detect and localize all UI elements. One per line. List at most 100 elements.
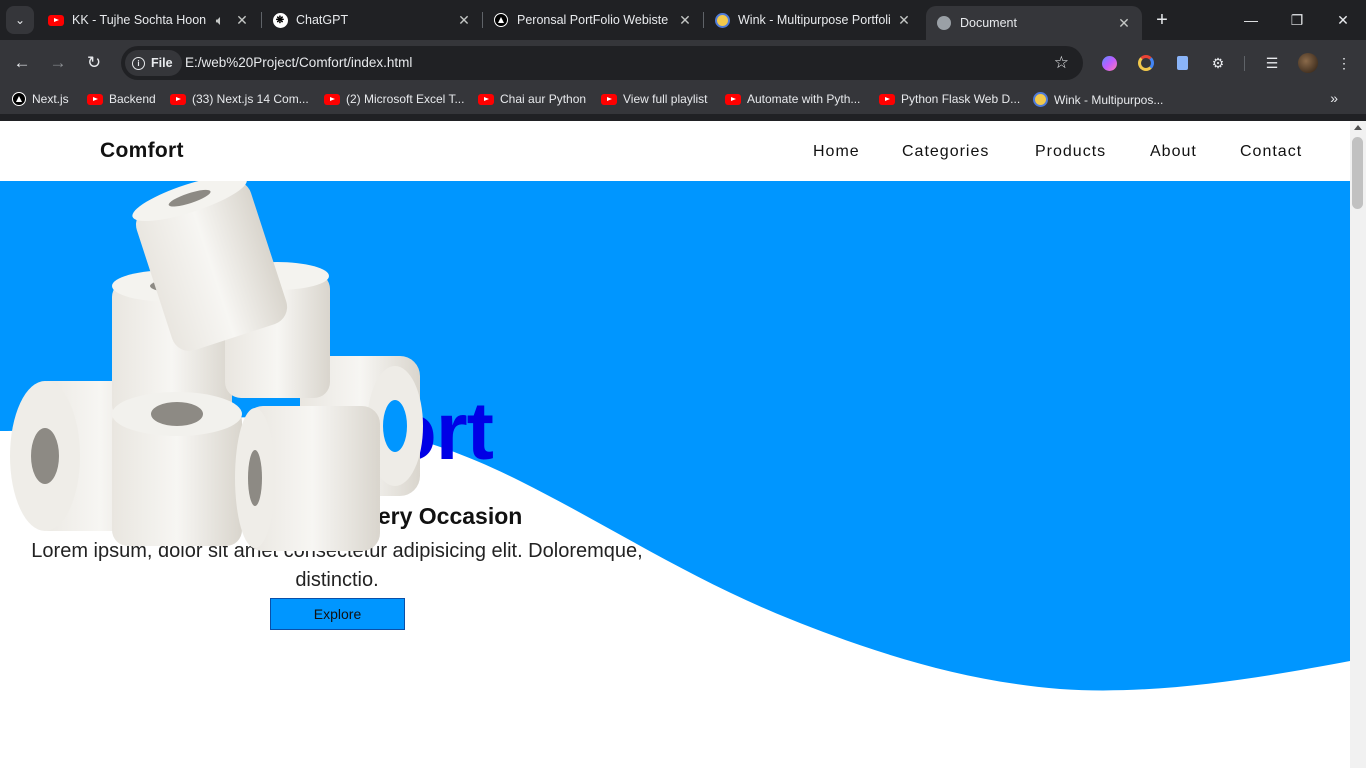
chatgpt-icon: ❋	[272, 12, 288, 28]
tab-title: Peronsal PortFolio Webiste	[517, 13, 669, 27]
close-icon[interactable]: ✕	[896, 12, 912, 28]
bookmark-label: Wink - Multipurpos...	[1054, 92, 1164, 107]
bookmark-item[interactable]: Chai aur Python	[478, 92, 586, 106]
forward-button[interactable]: →	[44, 49, 72, 77]
tab-document[interactable]: Document ✕	[926, 6, 1142, 40]
tab-search-button[interactable]: ⌄	[6, 6, 34, 34]
youtube-icon	[879, 93, 895, 105]
restore-icon: ❐	[1290, 11, 1304, 28]
bookmark-label: Python Flask Web D...	[901, 92, 1021, 106]
extensions-button[interactable]: ⚙	[1208, 53, 1228, 73]
bookmark-item[interactable]: (33) Next.js 14 Com...	[170, 92, 309, 106]
docs-extension-button[interactable]	[1172, 53, 1192, 73]
url-text[interactable]: E:/web%20Project/Comfort/index.html	[185, 55, 412, 70]
close-icon[interactable]: ✕	[1116, 15, 1132, 31]
more-vertical-icon: ⋮	[1337, 54, 1351, 71]
browser-toolbar: ← → ↻ i File E:/web%20Project/Comfort/in…	[0, 40, 1366, 86]
speaker-icon[interactable]: 🔈︎	[212, 12, 228, 28]
site-info-chip[interactable]: i File	[125, 50, 182, 76]
bookmark-item[interactable]: Python Flask Web D...	[879, 92, 1020, 106]
wink-icon	[714, 12, 730, 28]
bookmark-item[interactable]: View full playlist	[601, 92, 707, 106]
tab-title: KK - Tujhe Sochta Hoon	[72, 13, 207, 27]
nav-contact[interactable]: Contact	[1240, 143, 1302, 161]
page-viewport: Comfort Home Categories Products About C…	[0, 121, 1350, 768]
youtube-icon	[48, 12, 64, 28]
bookmark-item[interactable]: Next.js	[12, 92, 69, 106]
bookmarks-bar: Next.js Backend (33) Next.js 14 Com... (…	[0, 86, 1366, 114]
profile-button[interactable]	[1298, 53, 1318, 73]
tab-title: Wink - Multipurpose Portfoli	[738, 13, 890, 27]
tab-kk[interactable]: KK - Tujhe Sochta Hoon 🔈︎ ✕	[38, 0, 260, 40]
copilot-icon	[1101, 55, 1117, 71]
color-ring-icon	[1138, 55, 1154, 71]
bookmark-item[interactable]: Automate with Pyth...	[725, 92, 860, 106]
back-button[interactable]: ←	[8, 49, 36, 77]
reload-icon: ↻	[86, 53, 102, 72]
playlist-icon: ☰	[1265, 54, 1279, 71]
youtube-icon	[170, 93, 186, 105]
media-controls-button[interactable]: ☰	[1262, 53, 1282, 73]
copilot-extension-button[interactable]	[1099, 53, 1119, 73]
youtube-icon	[601, 93, 617, 105]
plus-icon: +	[1156, 8, 1168, 31]
triangle-icon	[493, 12, 509, 28]
bookmark-item[interactable]: Backend	[87, 92, 156, 106]
reload-button[interactable]: ↻	[80, 49, 108, 77]
info-icon: i	[132, 56, 145, 70]
bookmark-label: Backend	[109, 92, 156, 106]
site-navbar: Comfort Home Categories Products About C…	[0, 121, 1350, 181]
document-icon	[1176, 56, 1188, 70]
explore-button[interactable]: Explore	[270, 598, 405, 630]
nav-about[interactable]: About	[1150, 143, 1197, 161]
youtube-icon	[87, 93, 103, 105]
site-logo[interactable]: Comfort	[100, 139, 184, 163]
close-icon: ✕	[1337, 11, 1349, 28]
scroll-up-arrow-icon[interactable]	[1354, 125, 1362, 130]
globe-icon	[936, 15, 952, 31]
bookmark-item[interactable]: (2) Microsoft Excel T...	[324, 92, 464, 106]
bookmark-star-icon[interactable]: ☆	[1054, 53, 1069, 73]
nav-home[interactable]: Home	[813, 143, 860, 161]
bookmark-item[interactable]: Wink - Multipurpos...	[1033, 92, 1163, 107]
hero-section: Comfort Pure Softness for Every Occasion…	[0, 181, 1350, 768]
bookmark-label: Chai aur Python	[500, 92, 587, 106]
bookmark-label: Next.js	[32, 92, 69, 106]
avatar	[1298, 53, 1318, 73]
bookmark-label: (33) Next.js 14 Com...	[192, 92, 309, 106]
address-bar[interactable]: i File E:/web%20Project/Comfort/index.ht…	[121, 46, 1083, 80]
nextjs-icon	[12, 92, 26, 106]
tab-chatgpt[interactable]: ❋ ChatGPT ✕	[262, 0, 482, 40]
youtube-icon	[324, 93, 340, 105]
menu-button[interactable]: ⋮	[1334, 53, 1354, 73]
tab-title: Document	[960, 16, 1017, 30]
site-info-label: File	[151, 56, 173, 70]
color-extension-button[interactable]	[1136, 53, 1156, 73]
toolbar-separator	[1244, 56, 1245, 71]
bookmark-label: (2) Microsoft Excel T...	[346, 92, 465, 106]
close-icon[interactable]: ✕	[234, 12, 250, 28]
more-bookmarks-button[interactable]: »	[1330, 90, 1338, 106]
new-tab-button[interactable]: +	[1150, 8, 1174, 32]
close-window-button[interactable]: ✕	[1320, 0, 1366, 40]
scroll-thumb[interactable]	[1352, 137, 1363, 209]
nav-categories[interactable]: Categories	[902, 143, 989, 161]
chevron-down-icon: ⌄	[14, 13, 26, 27]
minimize-icon: —	[1244, 12, 1258, 28]
puzzle-icon: ⚙	[1211, 54, 1225, 71]
tab-strip: ⌄ KK - Tujhe Sochta Hoon 🔈︎ ✕ ❋ ChatGPT …	[0, 0, 1366, 40]
minimize-button[interactable]: —	[1228, 0, 1274, 40]
close-icon[interactable]: ✕	[677, 12, 693, 28]
arrow-left-icon: ←	[13, 53, 31, 72]
close-icon[interactable]: ✕	[456, 12, 472, 28]
bookmark-label: View full playlist	[623, 92, 708, 106]
nav-products[interactable]: Products	[1035, 143, 1106, 161]
tab-wink[interactable]: Wink - Multipurpose Portfoli ✕	[704, 0, 922, 40]
restore-button[interactable]: ❐	[1274, 0, 1320, 40]
page-scrollbar[interactable]	[1350, 121, 1366, 768]
youtube-icon	[725, 93, 741, 105]
tab-portfolio[interactable]: Peronsal PortFolio Webiste ✕	[483, 0, 703, 40]
youtube-icon	[478, 93, 494, 105]
bookmark-label: Automate with Pyth...	[747, 92, 861, 106]
wink-icon	[1033, 92, 1048, 107]
